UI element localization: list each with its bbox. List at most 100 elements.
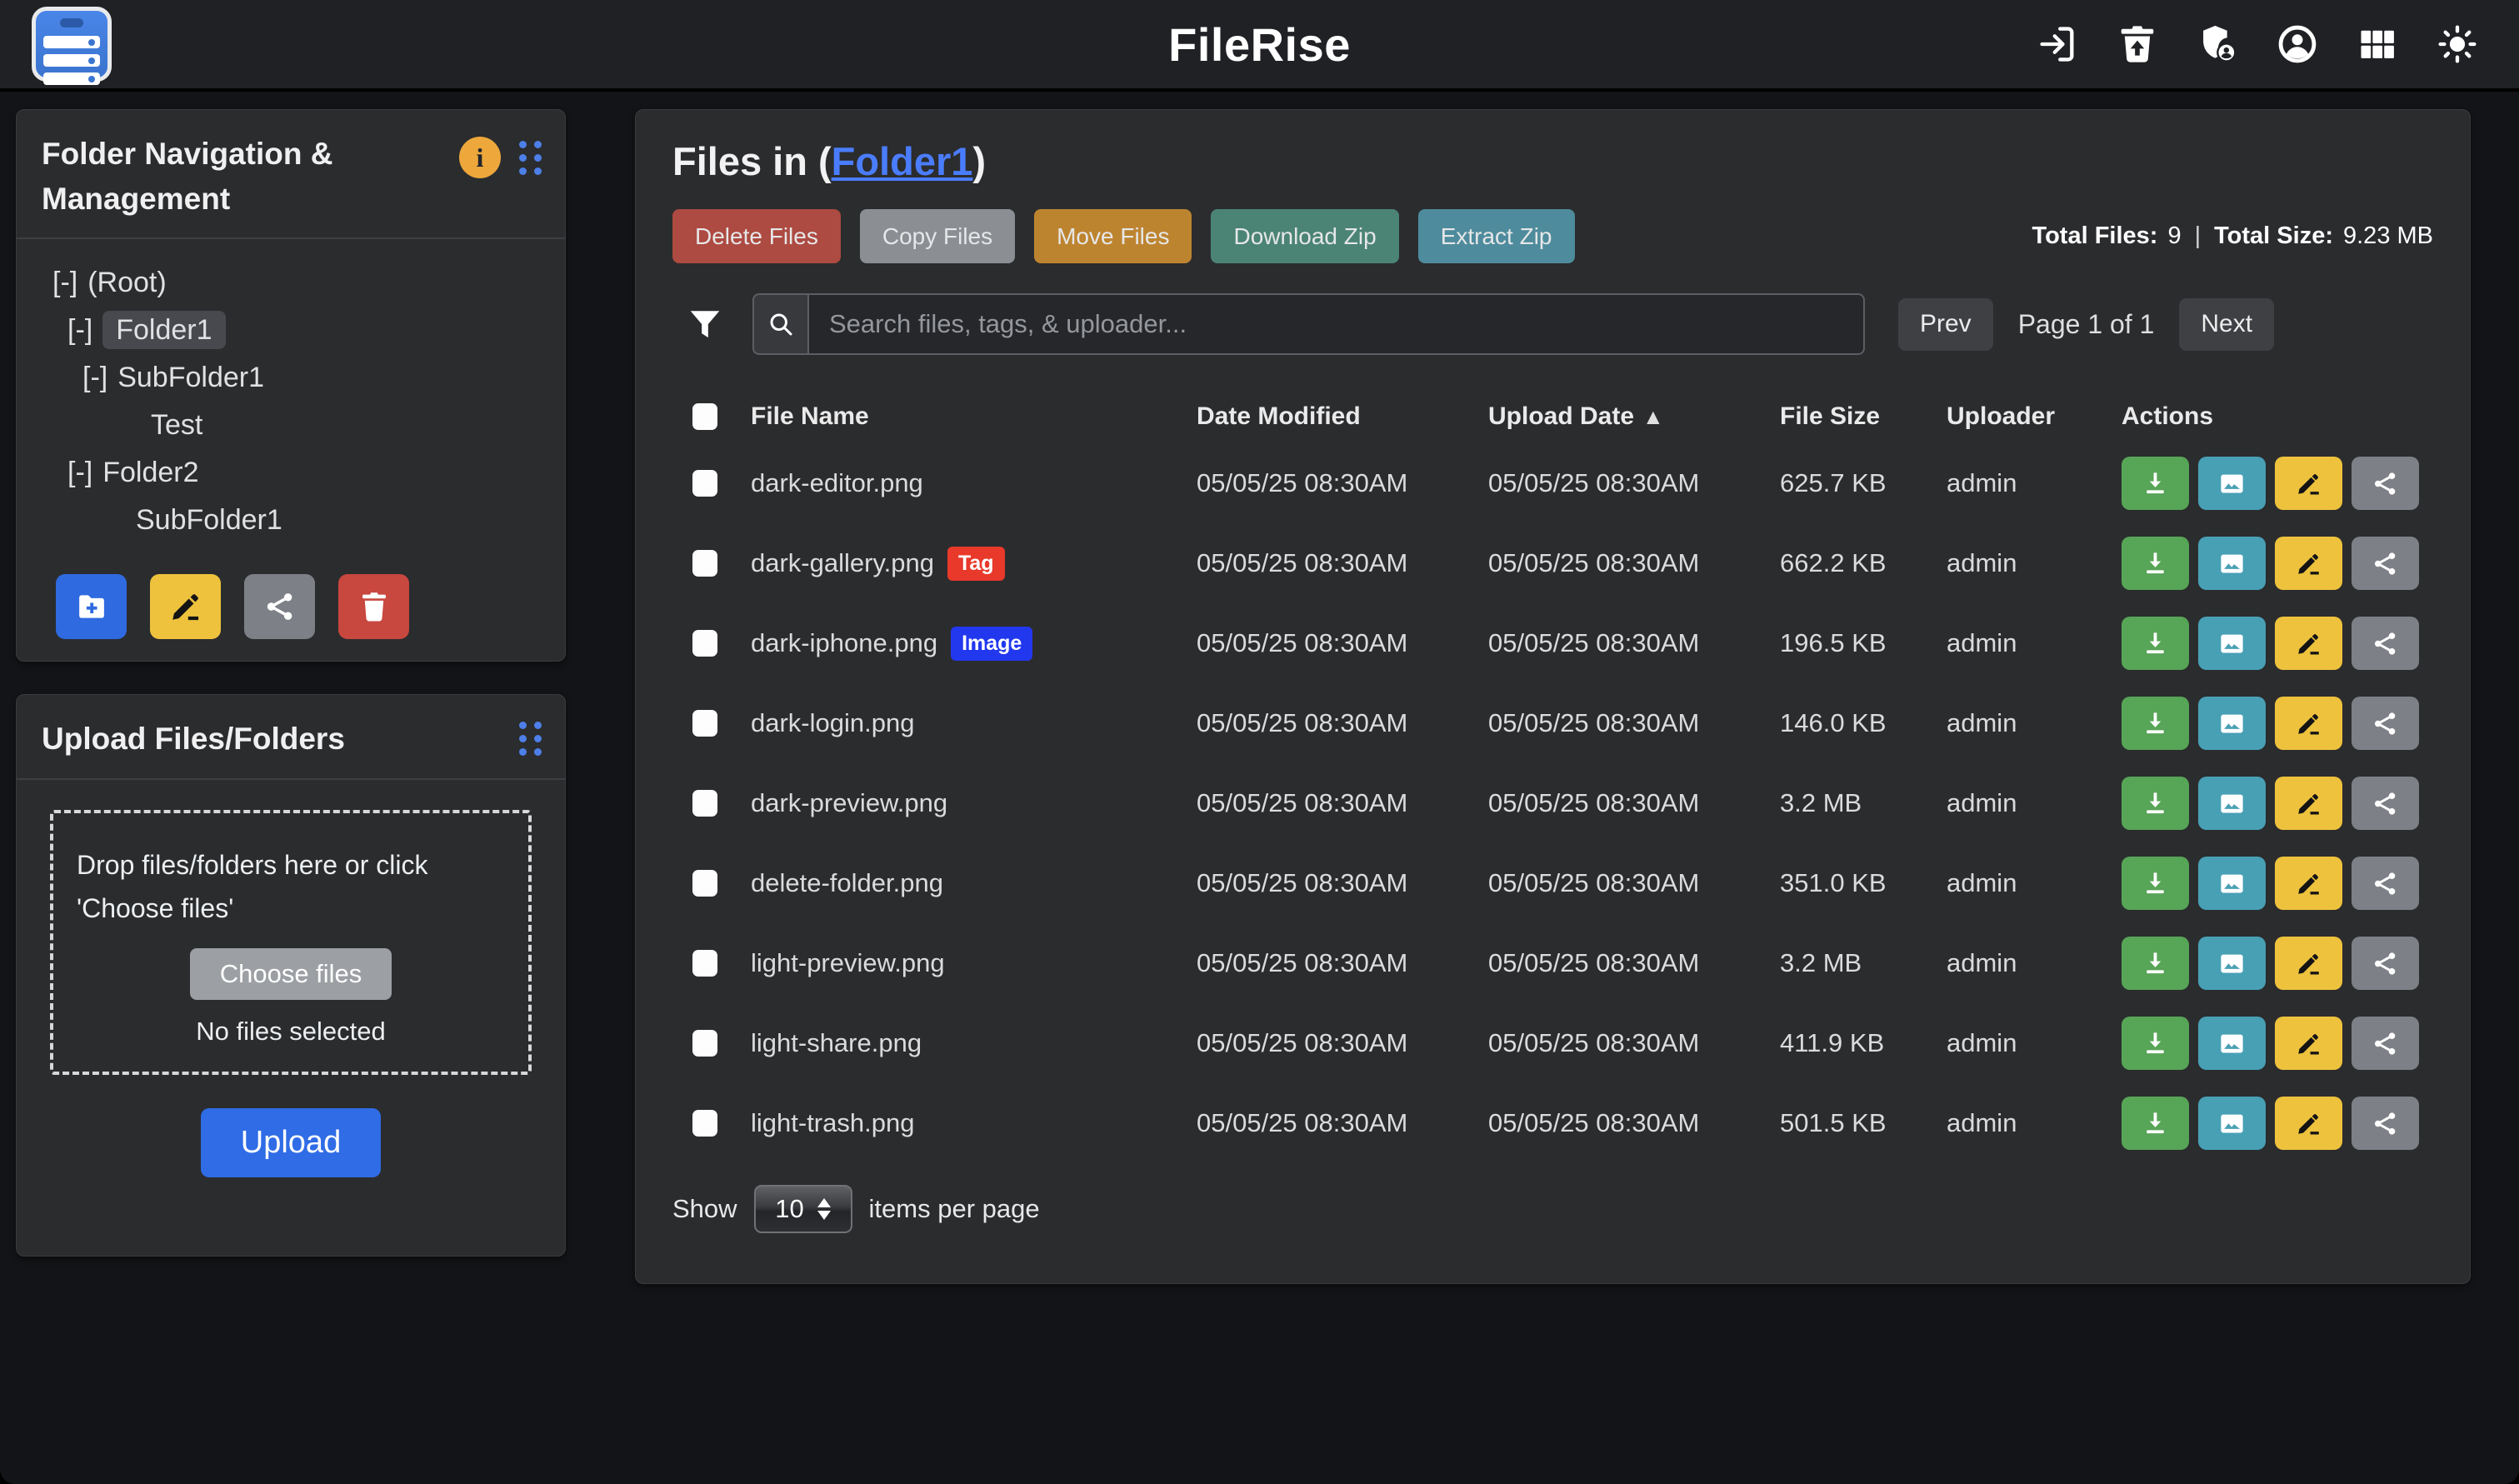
folder-tree-item[interactable]: [-] (Root) <box>17 259 565 307</box>
upload-button[interactable]: Upload <box>201 1108 381 1177</box>
preview-image-button[interactable] <box>2198 857 2266 910</box>
download-button[interactable] <box>2122 777 2189 830</box>
rename-file-button[interactable] <box>2275 777 2342 830</box>
row-checkbox[interactable] <box>692 1110 717 1137</box>
share-file-button[interactable] <box>2352 537 2419 590</box>
next-page-button[interactable]: Next <box>2179 298 2274 351</box>
search-icon[interactable] <box>752 293 807 355</box>
folder-tree-item[interactable]: [-] SubFolder1 <box>17 354 565 402</box>
tree-toggle[interactable]: [-] <box>67 314 92 346</box>
rename-file-button[interactable] <box>2275 457 2342 510</box>
column-header-file-name[interactable]: File Name <box>751 402 1197 431</box>
column-header-file-size[interactable]: File Size <box>1780 402 1947 431</box>
folder-name[interactable]: Folder2 <box>102 457 198 488</box>
folder-nav-card-header: Folder Navigation & Management i <box>17 110 565 239</box>
rename-file-button[interactable] <box>2275 617 2342 670</box>
column-header-upload-date[interactable]: Upload Date▲ <box>1488 402 1780 431</box>
select-all-checkbox[interactable] <box>692 403 717 430</box>
folder-tree-item[interactable]: Test <box>17 402 565 449</box>
row-checkbox[interactable] <box>692 790 717 817</box>
share-file-button[interactable] <box>2352 1017 2419 1070</box>
preview-image-button[interactable] <box>2198 697 2266 750</box>
app-logo-icon[interactable] <box>32 7 112 82</box>
drag-handle-icon[interactable] <box>519 722 542 756</box>
row-checkbox[interactable] <box>692 550 717 577</box>
tree-toggle[interactable]: [-] <box>82 362 107 393</box>
folder-tree-item[interactable]: [-] Folder2 <box>17 449 565 497</box>
extract-files-button[interactable]: Extract Zip <box>1418 209 1575 263</box>
restore-trash-icon[interactable] <box>2114 21 2161 67</box>
tree-toggle[interactable]: [-] <box>52 267 77 298</box>
download-button[interactable] <box>2122 857 2189 910</box>
folder-tree-item[interactable]: [-] Folder1 <box>17 307 565 354</box>
folder-name[interactable]: (Root) <box>87 267 166 298</box>
column-header-date-modified[interactable]: Date Modified <box>1197 402 1488 431</box>
folder-name[interactable]: SubFolder1 <box>136 504 282 536</box>
drag-handle-icon[interactable] <box>519 141 542 175</box>
folder-name[interactable]: Folder1 <box>102 311 225 349</box>
folder-name[interactable]: SubFolder1 <box>117 362 264 393</box>
share-file-button[interactable] <box>2352 937 2419 990</box>
grid-view-icon[interactable] <box>2354 21 2401 67</box>
download-button[interactable] <box>2122 537 2189 590</box>
preview-image-button[interactable] <box>2198 457 2266 510</box>
download-files-button[interactable]: Download Zip <box>1211 209 1398 263</box>
rename-file-button[interactable] <box>2275 857 2342 910</box>
create-folder-button[interactable] <box>56 574 127 639</box>
folder-name[interactable]: Test <box>151 409 202 441</box>
delete-files-button[interactable]: Delete Files <box>672 209 841 263</box>
download-button[interactable] <box>2122 617 2189 670</box>
download-button[interactable] <box>2122 697 2189 750</box>
items-per-page-select[interactable]: 10 <box>754 1185 852 1233</box>
share-folder-button[interactable] <box>244 574 315 639</box>
light-mode-sun-icon[interactable] <box>2434 21 2481 67</box>
download-button[interactable] <box>2122 457 2189 510</box>
logout-icon[interactable] <box>2034 21 2081 67</box>
prev-page-button[interactable]: Prev <box>1898 298 1993 351</box>
preview-image-button[interactable] <box>2198 1097 2266 1150</box>
share-file-button[interactable] <box>2352 1097 2419 1150</box>
file-dropzone[interactable]: Drop files/folders here or click 'Choose… <box>50 810 532 1075</box>
preview-image-button[interactable] <box>2198 617 2266 670</box>
move-files-button[interactable]: Move Files <box>1034 209 1192 263</box>
rename-file-button[interactable] <box>2275 1017 2342 1070</box>
rename-folder-button[interactable] <box>150 574 221 639</box>
row-checkbox[interactable] <box>692 630 717 657</box>
uploader: admin <box>1947 468 2122 498</box>
preview-image-button[interactable] <box>2198 537 2266 590</box>
admin-shield-icon[interactable] <box>2194 21 2241 67</box>
preview-image-button[interactable] <box>2198 1017 2266 1070</box>
download-button[interactable] <box>2122 937 2189 990</box>
choose-files-button[interactable]: Choose files <box>190 948 392 1000</box>
delete-folder-button[interactable] <box>338 574 409 639</box>
folder-tree-item[interactable]: SubFolder1 <box>17 497 565 544</box>
column-header-uploader[interactable]: Uploader <box>1947 402 2122 431</box>
share-file-button[interactable] <box>2352 697 2419 750</box>
user-profile-icon[interactable] <box>2274 21 2321 67</box>
rename-file-button[interactable] <box>2275 537 2342 590</box>
share-file-button[interactable] <box>2352 857 2419 910</box>
download-button[interactable] <box>2122 1097 2189 1150</box>
rename-file-button[interactable] <box>2275 697 2342 750</box>
info-icon[interactable]: i <box>459 137 501 178</box>
preview-image-button[interactable] <box>2198 937 2266 990</box>
preview-image-button[interactable] <box>2198 777 2266 830</box>
row-checkbox[interactable] <box>692 950 717 977</box>
upload-date: 05/05/25 08:30AM <box>1488 548 1780 578</box>
download-button[interactable] <box>2122 1017 2189 1070</box>
copy-files-button[interactable]: Copy Files <box>860 209 1015 263</box>
share-file-button[interactable] <box>2352 777 2419 830</box>
row-checkbox[interactable] <box>692 470 717 497</box>
share-file-button[interactable] <box>2352 617 2419 670</box>
rename-file-button[interactable] <box>2275 937 2342 990</box>
search-input[interactable] <box>807 293 1865 355</box>
rename-file-button[interactable] <box>2275 1097 2342 1150</box>
row-checkbox[interactable] <box>692 1030 717 1057</box>
image-icon <box>2217 869 2247 898</box>
current-folder-link[interactable]: Folder1 <box>832 139 973 183</box>
row-checkbox[interactable] <box>692 870 717 897</box>
row-checkbox[interactable] <box>692 710 717 737</box>
share-file-button[interactable] <box>2352 457 2419 510</box>
tree-toggle[interactable]: [-] <box>67 457 92 488</box>
filter-funnel-icon[interactable] <box>686 305 724 343</box>
